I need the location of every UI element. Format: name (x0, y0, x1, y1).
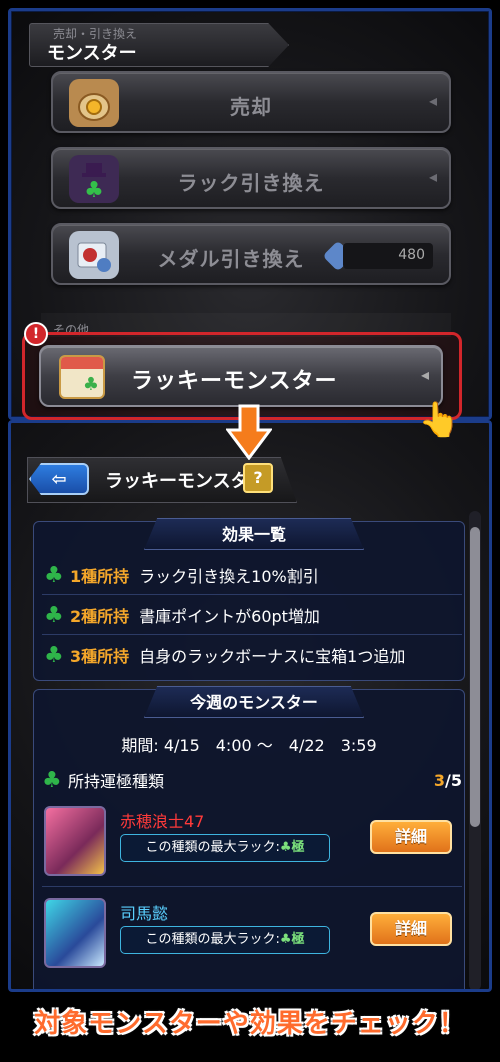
sell-label: 売却 (230, 95, 272, 119)
sell-button[interactable]: 売却 ◂ (51, 71, 451, 133)
detail-button[interactable]: 詳細 (370, 820, 452, 854)
back-button[interactable]: ⇦ (29, 463, 89, 495)
effects-panel: 効果一覧 ♣ 1種所持 ラック引き換え10%割引 ♣ 2種所持 書庫ポイントが6… (33, 518, 465, 681)
max-luck-label: この種類の最大ラック: (145, 840, 280, 855)
effect-row: ♣ 2種所持 書庫ポイントが60pt増加 (44, 598, 464, 632)
owned-current: 3 (433, 770, 446, 790)
effect-text: ラック引き換え10%割引 (139, 567, 319, 586)
promo-caption: 対象モンスターや効果をチェック！ (34, 1009, 466, 1039)
monster-name: 赤穂浪士47 (120, 812, 205, 831)
back-arrow-icon: ⇦ (51, 468, 67, 490)
max-luck-value: 極 (291, 932, 305, 947)
weekly-heading-bar: 今週のモンスター (144, 686, 364, 718)
medal-count: 480 (343, 243, 433, 269)
clover-icon: ♣ (44, 562, 64, 588)
effects-heading-bar: 効果一覧 (144, 518, 364, 550)
monster-row: 司馬懿 この種類の最大ラック:♣極 詳細 (44, 890, 464, 980)
weekly-monster-panel: 今週のモンスター 期間: 4/15 4:00 〜 4/22 3:59 ♣ 所持運… (33, 686, 465, 989)
pointer-hand-icon: 👆 (418, 400, 461, 440)
lucky-monster-label: ラッキーモンスター (131, 369, 338, 394)
down-arrow-icon (226, 404, 272, 460)
max-luck-pill: この種類の最大ラック:♣極 (120, 926, 330, 954)
effect-tag: 1種所持 (70, 567, 130, 586)
chevron-icon: ◂ (428, 91, 437, 110)
lucky-monster-button[interactable]: ♣ ラッキーモンスター ◂ (39, 345, 443, 407)
clover-icon: ♣ (44, 642, 64, 668)
row-divider (42, 886, 462, 887)
clover-icon: ♣ (279, 932, 292, 947)
row-divider (42, 594, 462, 595)
max-luck-value: 極 (291, 840, 305, 855)
monster-row: 赤穂浪士47 この種類の最大ラック:♣極 詳細 (44, 798, 464, 888)
owned-count: 3/5 (434, 771, 462, 790)
chevron-icon: ◂ (428, 167, 437, 186)
effects-heading: 効果一覧 (221, 525, 286, 544)
clover-icon: ♣ (44, 602, 64, 628)
period-text: 期間: 4/15 4:00 〜 4/22 3:59 (121, 736, 377, 755)
effect-text: 自身のラックボーナスに宝箱1つ追加 (139, 647, 406, 666)
chevron-icon: ◂ (420, 365, 429, 384)
calendar-clover-icon: ♣ (59, 355, 105, 399)
monster-name: 司馬懿 (120, 904, 169, 923)
detail-button[interactable]: 詳細 (370, 912, 452, 946)
monster-portrait[interactable] (44, 898, 106, 968)
alert-badge: ! (24, 322, 48, 346)
weekly-heading: 今週のモンスター (190, 693, 318, 712)
scrollbar[interactable] (469, 511, 481, 989)
effect-tag: 2種所持 (70, 607, 130, 626)
header-title: モンスター (47, 43, 137, 64)
effect-row: ♣ 3種所持 自身のラックボーナスに宝箱1つ追加 (44, 638, 464, 672)
monster-portrait[interactable] (44, 806, 106, 876)
help-button[interactable]: ? (243, 463, 273, 493)
row-divider (42, 634, 462, 635)
owned-row: ♣ 所持運極種類 3/5 (42, 766, 462, 794)
owned-total: /5 (445, 770, 462, 790)
max-luck-pill: この種類の最大ラック:♣極 (120, 834, 330, 862)
luck-exchange-label: ラック引き換え (177, 171, 325, 195)
luck-exchange-button[interactable]: ♣ ラック引き換え ◂ (51, 147, 451, 209)
effect-text: 書庫ポイントが60pt増加 (139, 607, 320, 626)
clover-icon: ♣ (42, 767, 62, 793)
medal-exchange-button[interactable]: メダル引き換え 480 (51, 223, 451, 285)
clover-icon: ♣ (279, 840, 292, 855)
effect-tag: 3種所持 (70, 647, 130, 666)
lucky-monster-screen: ⇦ ラッキーモンスター ? 効果一覧 ♣ 1種所持 ラック引き換え10%割引 ♣… (8, 420, 492, 992)
scroll-thumb[interactable] (470, 527, 480, 827)
effect-row: ♣ 1種所持 ラック引き換え10%割引 (44, 558, 464, 592)
owned-label: 所持運極種類 (68, 772, 165, 791)
max-luck-label: この種類の最大ラック: (145, 932, 280, 947)
